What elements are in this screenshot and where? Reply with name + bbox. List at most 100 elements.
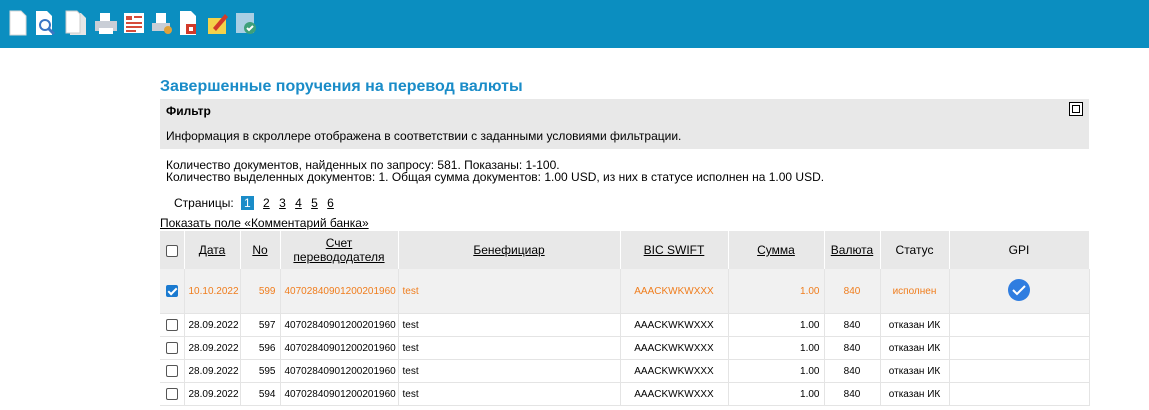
pagination: Страницы: 1 2 3 4 5 6	[174, 196, 334, 210]
row-checkbox[interactable]	[165, 285, 178, 297]
row-checkbox[interactable]	[165, 388, 178, 400]
cell-date: 28.09.2022	[184, 313, 241, 337]
cell-status: отказан ИК	[880, 313, 950, 337]
cell-checkbox[interactable]	[160, 269, 185, 314]
col-bic[interactable]: BIC SWIFT	[620, 231, 729, 269]
col-gpi: GPI	[949, 231, 1090, 269]
table-row[interactable]: 28.09.2022 597 40702840901200201960 test AAA…	[160, 313, 1090, 337]
cell-account: 40702840901200201960	[280, 269, 399, 314]
cell-amount: 1.00	[728, 269, 825, 314]
pages-label: Страницы:	[174, 196, 234, 210]
cell-gpi	[949, 382, 1090, 406]
cell-checkbox[interactable]	[160, 359, 185, 383]
cell-bic: AAACKWKWXXX	[620, 269, 729, 314]
cell-beneficiary: test	[398, 359, 621, 383]
table-header-row: Дата No Счет перевододателя Бенефициар B…	[160, 231, 1090, 269]
cell-account: 40702840901200201960	[280, 336, 399, 360]
cell-currency: 840	[824, 336, 881, 360]
cell-status: исполнен	[880, 269, 950, 314]
cell-beneficiary: test	[398, 336, 621, 360]
cell-status: отказан ИК	[880, 336, 950, 360]
show-bank-comment-link[interactable]: Показать поле «Комментарий банка»	[160, 216, 369, 230]
cell-beneficiary: test	[398, 269, 621, 314]
cell-date: 10.10.2022	[184, 269, 241, 314]
cell-amount: 1.00	[728, 336, 825, 360]
table-row[interactable]: 28.09.2022 595 40702840901200201960 test AAA…	[160, 359, 1090, 383]
page-current[interactable]: 1	[241, 196, 254, 210]
filter-title: Фильтр	[166, 104, 211, 118]
cell-no: 599	[240, 269, 281, 314]
cell-no: 597	[240, 313, 281, 337]
cell-no: 596	[240, 336, 281, 360]
cell-bic: AAACKWKWXXX	[620, 382, 729, 406]
col-amount[interactable]: Сумма	[728, 231, 825, 269]
cell-bic: AAACKWKWXXX	[620, 336, 729, 360]
select-all-checkbox[interactable]	[165, 244, 178, 257]
cell-no: 595	[240, 359, 281, 383]
cell-beneficiary: test	[398, 313, 621, 337]
cell-currency: 840	[824, 359, 881, 383]
row-checkbox[interactable]	[165, 365, 178, 377]
page-link[interactable]: 3	[279, 196, 286, 210]
cell-checkbox[interactable]	[160, 313, 185, 337]
page-link[interactable]: 2	[263, 196, 270, 210]
col-beneficiary[interactable]: Бенефициар	[398, 231, 621, 269]
cell-date: 28.09.2022	[184, 359, 241, 383]
print-setup-icon[interactable]	[149, 9, 175, 37]
maximize-icon[interactable]	[1069, 102, 1083, 116]
documents-table: Дата No Счет перевододателя Бенефициар B…	[160, 231, 1090, 406]
table-row[interactable]: 28.09.2022 594 40702840901200201960 test AAA…	[160, 382, 1090, 406]
select-all-checkbox-cell[interactable]	[160, 231, 185, 269]
preview-icon[interactable]	[33, 9, 59, 37]
row-checkbox[interactable]	[165, 342, 178, 354]
documents-info: Количество документов, найденных по запр…	[166, 159, 824, 183]
print-icon[interactable]	[93, 9, 119, 37]
cell-no: 594	[240, 382, 281, 406]
page-title: Завершенные поручения на перевод валюты	[160, 78, 523, 95]
cell-beneficiary: test	[398, 382, 621, 406]
filter-description: Информация в скроллере отображена в соот…	[166, 129, 682, 143]
toolbar	[0, 0, 1149, 48]
export-icon[interactable]	[177, 9, 203, 37]
col-account[interactable]: Счет перевододателя	[280, 231, 399, 269]
col-status: Статус	[880, 231, 950, 269]
gpi-tracked-icon[interactable]	[1008, 278, 1030, 301]
cell-account: 40702840901200201960	[280, 359, 399, 383]
cell-status: отказан ИК	[880, 359, 950, 383]
cell-checkbox[interactable]	[160, 336, 185, 360]
table-row[interactable]: 28.09.2022 596 40702840901200201960 test AAA…	[160, 336, 1090, 360]
col-no[interactable]: No	[240, 231, 281, 269]
page-link[interactable]: 5	[311, 196, 318, 210]
cell-gpi	[949, 336, 1090, 360]
cell-account: 40702840901200201960	[280, 382, 399, 406]
page-link[interactable]: 6	[327, 196, 334, 210]
edit-icon[interactable]	[205, 9, 231, 37]
cell-amount: 1.00	[728, 359, 825, 383]
cell-account: 40702840901200201960	[280, 313, 399, 337]
col-currency[interactable]: Валюта	[824, 231, 881, 269]
table-row[interactable]: 10.10.2022 599 40702840901200201960 test AAA…	[160, 269, 1090, 314]
cell-gpi	[949, 359, 1090, 383]
cell-bic: AAACKWKWXXX	[620, 359, 729, 383]
cell-date: 28.09.2022	[184, 382, 241, 406]
cell-date: 28.09.2022	[184, 336, 241, 360]
gpi-check-icon[interactable]	[233, 9, 259, 37]
row-checkbox[interactable]	[165, 319, 178, 331]
cell-bic: AAACKWKWXXX	[620, 313, 729, 337]
report-icon[interactable]	[121, 9, 147, 37]
copy-icon[interactable]	[63, 9, 89, 37]
selected-documents-summary: Количество выделенных документов: 1. Общ…	[166, 170, 825, 184]
cell-currency: 840	[824, 313, 881, 337]
filter-panel: Фильтр Информация в скроллере отображена…	[160, 99, 1089, 149]
new-document-icon[interactable]	[5, 9, 31, 37]
cell-currency: 840	[824, 382, 881, 406]
col-date[interactable]: Дата	[184, 231, 241, 269]
cell-checkbox[interactable]	[160, 382, 185, 406]
cell-gpi[interactable]	[949, 269, 1090, 314]
cell-amount: 1.00	[728, 382, 825, 406]
cell-gpi	[949, 313, 1090, 337]
cell-currency: 840	[824, 269, 881, 314]
cell-status: отказан ИК	[880, 382, 950, 406]
page-link[interactable]: 4	[295, 196, 302, 210]
cell-amount: 1.00	[728, 313, 825, 337]
